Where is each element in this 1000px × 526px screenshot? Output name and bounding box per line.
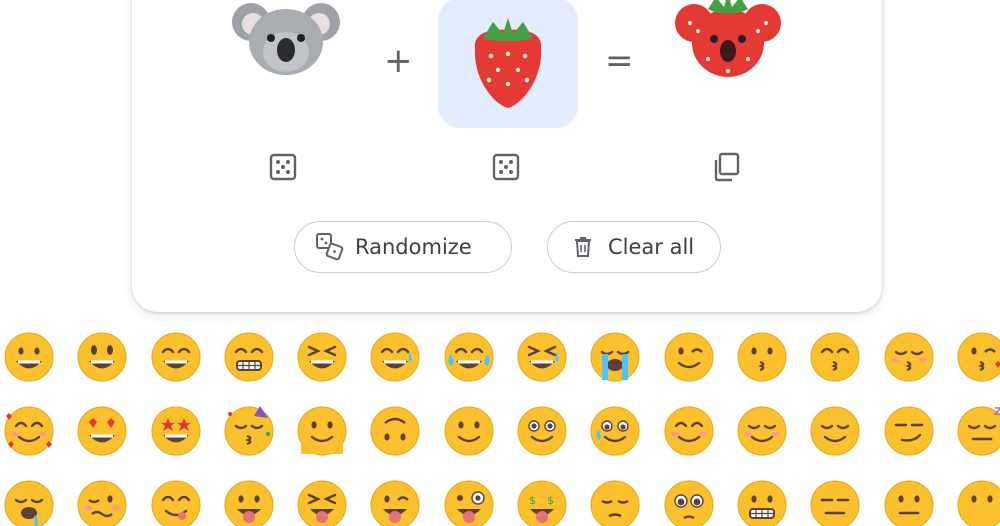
- left-emoji-slot[interactable]: [216, 0, 356, 100]
- kissing-smiling-eyes-emoji-icon[interactable]: [808, 330, 881, 404]
- face-savoring-food-emoji-icon[interactable]: [149, 478, 222, 526]
- face-with-tongue-emoji-icon[interactable]: [222, 478, 295, 526]
- clear-all-button[interactable]: Clear all: [547, 221, 721, 273]
- loudly-crying-emoji-icon[interactable]: [588, 330, 661, 404]
- expressionless-face-emoji-icon[interactable]: [808, 478, 881, 526]
- grinning-sweat-emoji-icon[interactable]: [368, 330, 441, 404]
- emoji-row: [2, 404, 1000, 478]
- kissing-closed-eyes-emoji-icon[interactable]: [882, 330, 955, 404]
- emoji-row: [2, 330, 1000, 404]
- mixer-card: + = Randomize Clear all: [132, 0, 882, 312]
- winking-face-emoji-icon[interactable]: [662, 330, 735, 404]
- plus-operator: +: [384, 41, 413, 81]
- right-randomize-dice-icon[interactable]: [490, 151, 522, 183]
- face-holding-tears-emoji-icon[interactable]: [588, 404, 661, 478]
- face-tears-of-joy-emoji-icon[interactable]: [442, 330, 515, 404]
- winking-tongue-emoji-icon[interactable]: [368, 478, 441, 526]
- face-no-mouth-emoji-icon[interactable]: [955, 478, 1000, 526]
- squinting-tongue-emoji-icon[interactable]: [295, 478, 368, 526]
- randomize-label: Randomize: [355, 235, 472, 259]
- randomize-button[interactable]: Randomize: [294, 221, 512, 273]
- zany-face-emoji-icon[interactable]: [442, 478, 515, 526]
- relieved-face-emoji-icon[interactable]: [808, 404, 881, 478]
- heart-eyes-emoji-icon[interactable]: [75, 404, 148, 478]
- koala-strawberry-icon: [675, 0, 781, 77]
- grinning-face-big-eyes-emoji-icon[interactable]: [75, 330, 148, 404]
- emoji-kitchen-page: + = Randomize Clear all $ $: [0, 0, 1000, 526]
- koala-emoji: [232, 3, 340, 75]
- face-blowing-kiss-emoji-icon[interactable]: [955, 330, 1000, 404]
- relaxed-face-emoji-icon[interactable]: [735, 404, 808, 478]
- emoji-row: $ $: [2, 478, 1000, 526]
- melting-face-emoji-icon[interactable]: [295, 404, 368, 478]
- svg-text:$: $: [529, 494, 536, 507]
- pleading-face-emoji-icon[interactable]: [662, 478, 735, 526]
- beaming-face-emoji-icon[interactable]: [222, 330, 295, 404]
- neutral-face-emoji-icon[interactable]: [882, 478, 955, 526]
- kissing-face-emoji-icon[interactable]: [735, 330, 808, 404]
- equals-operator: =: [605, 41, 634, 81]
- smirking-face-emoji-icon[interactable]: [882, 404, 955, 478]
- rolling-laughing-emoji-icon[interactable]: [515, 330, 588, 404]
- partying-face-emoji-icon[interactable]: [222, 404, 295, 478]
- svg-text:$: $: [547, 494, 554, 507]
- money-face-emoji-icon[interactable]: $ $: [515, 478, 588, 526]
- left-randomize-dice-icon[interactable]: [267, 151, 299, 183]
- copy-icon[interactable]: [711, 151, 743, 183]
- smiling-face-emoji-icon[interactable]: [662, 404, 735, 478]
- woozy-face-emoji-icon[interactable]: [75, 478, 148, 526]
- upside-down-face-emoji-icon[interactable]: [368, 404, 441, 478]
- drooling-face-emoji-icon[interactable]: [2, 478, 75, 526]
- grinning-squinting-emoji-icon[interactable]: [295, 330, 368, 404]
- trash-icon: [568, 232, 598, 262]
- slightly-smiling-emoji-icon[interactable]: [442, 404, 515, 478]
- grinning-smiling-eyes-emoji-icon[interactable]: [149, 330, 222, 404]
- star-struck-emoji-icon[interactable]: [149, 404, 222, 478]
- shuffle-dice-icon: [315, 232, 345, 262]
- smiling-hearts-emoji-icon[interactable]: [2, 404, 75, 478]
- grimacing-face-emoji-icon[interactable]: [735, 478, 808, 526]
- sleepy-face-emoji-icon[interactable]: [955, 404, 1000, 478]
- right-emoji-slot[interactable]: [438, 0, 578, 128]
- strawberry-emoji: [474, 18, 542, 108]
- holding-back-tears-emoji-icon[interactable]: [515, 404, 588, 478]
- clear-all-label: Clear all: [608, 235, 695, 259]
- grinning-face-emoji-icon[interactable]: [2, 330, 75, 404]
- pensive-face-emoji-icon[interactable]: [588, 478, 661, 526]
- emoji-grid: $ $: [2, 330, 1000, 526]
- result-emoji[interactable]: [658, 0, 798, 100]
